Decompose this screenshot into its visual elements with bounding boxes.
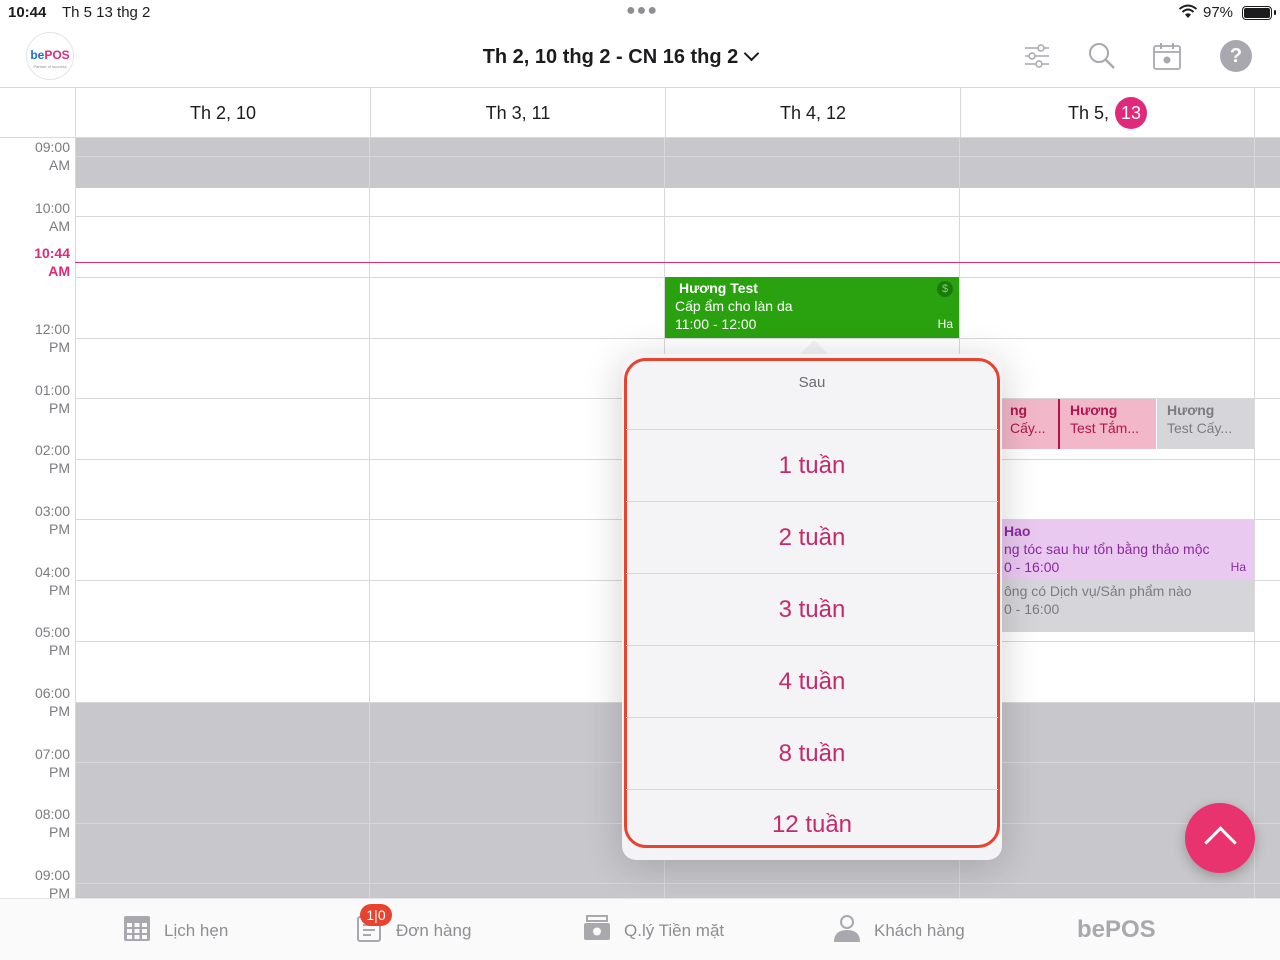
event-service: Test Tắm...: [1070, 420, 1139, 436]
appointment-event[interactable]: Hao ng tóc sau hư tổn bằng thảo mộc 0 - …: [1000, 520, 1254, 580]
event-service: Cấp ẩm cho làn da: [675, 298, 793, 314]
wifi-icon: [1178, 4, 1198, 18]
filter-sliders-icon[interactable]: [1021, 40, 1053, 72]
event-customer: Hương: [1167, 402, 1215, 418]
week-range-selector[interactable]: Th 2, 10 thg 2 - CN 16 thg 2: [440, 45, 800, 69]
day-header-row: Th 2, 10 Th 3, 11 Th 4, 12 Th 5, 13: [0, 88, 1280, 138]
event-service: ông có Dịch vụ/Sản phẩm nào: [1004, 583, 1192, 599]
time-label: 08:00 PM: [34, 806, 70, 840]
time-label: 05:00 PM: [34, 624, 70, 658]
time-label: 02:00 PM: [34, 442, 70, 476]
cash-register-icon: [584, 915, 610, 940]
day-label: Th 5,: [1067, 103, 1110, 123]
time-label: 10:00 AM: [34, 200, 70, 234]
tab-label: Đơn hàng: [396, 921, 472, 940]
calendar-grid-icon: [124, 916, 150, 941]
column-divider: [1254, 138, 1255, 898]
scroll-up-fab-button[interactable]: [1185, 803, 1255, 873]
logo-tagline: Partner of success: [33, 64, 67, 69]
time-label: 04:00 PM: [34, 564, 70, 598]
hour-line: [75, 883, 1280, 884]
appointment-event[interactable]: ông có Dịch vụ/Sản phẩm nào 0 - 16:00: [1000, 580, 1254, 632]
day-header-wed[interactable]: Th 4, 12: [665, 88, 960, 138]
event-customer: Hương Test: [679, 280, 758, 296]
today-badge: 13: [1115, 97, 1148, 129]
appointment-event[interactable]: Hương Test Cấp ẩm cho làn da 11:00 - 12:…: [665, 277, 959, 338]
app-header: bePOS Partner of success Th 2, 10 thg 2 …: [0, 26, 1280, 88]
person-icon: [834, 915, 860, 942]
paid-dollar-icon: $: [937, 281, 953, 297]
day-label: Th 4, 12: [779, 103, 847, 123]
orders-badge: 1|0: [360, 904, 392, 926]
time-label: 12:00 PM: [34, 321, 70, 355]
appointment-event[interactable]: Hương Test Cấy...: [1157, 399, 1254, 449]
tab-label: Khách hàng: [874, 921, 965, 940]
day-label: Th 3, 11: [485, 103, 551, 123]
tab-label: Lịch hẹn: [164, 921, 229, 940]
hour-line: [75, 156, 1280, 157]
hour-line: [75, 216, 1280, 217]
time-label: 07:00 PM: [34, 746, 70, 780]
tab-appointments[interactable]: Lịch hẹn: [122, 913, 242, 947]
event-staff: Ha: [937, 317, 953, 331]
event-customer: ng: [1010, 402, 1028, 418]
status-time: 10:44: [8, 4, 47, 21]
popover-arrow: [800, 340, 828, 354]
calendar-icon[interactable]: [1151, 40, 1183, 72]
hour-line: [75, 338, 1280, 339]
event-service: ng tóc sau hư tổn bằng thảo mộc: [1004, 541, 1210, 557]
tab-cash-management[interactable]: Q.lý Tiền mặt: [582, 913, 732, 947]
option-4-weeks[interactable]: 4 tuần: [626, 645, 998, 717]
option-12-weeks[interactable]: 12 tuần: [626, 789, 998, 847]
popover-title: Sau: [798, 374, 826, 391]
status-bar: 10:44 Th 5 13 thg 2 ●●● 97%: [0, 0, 1280, 26]
multitasking-dots-icon[interactable]: ●●●: [626, 2, 658, 20]
search-icon[interactable]: [1086, 40, 1118, 72]
option-2-weeks[interactable]: 2 tuần: [626, 501, 998, 573]
event-time: 0 - 16:00: [1004, 601, 1060, 617]
time-label: 09:00 PM: [34, 867, 70, 898]
event-time: 11:00 - 12:00: [675, 316, 757, 332]
day-header-mon[interactable]: Th 2, 10: [75, 88, 370, 138]
current-time-label: 10:44 AM: [34, 245, 70, 279]
app-logo[interactable]: bePOS Partner of success: [26, 32, 74, 80]
logo-text: bePOS: [30, 48, 70, 62]
battery-percent: 97%: [1203, 4, 1234, 21]
help-icon[interactable]: ?: [1220, 40, 1252, 72]
status-date: Th 5 13 thg 2: [62, 4, 151, 21]
day-label: Th 2, 10: [189, 103, 257, 123]
day-header-thu[interactable]: Th 5, 13: [960, 88, 1255, 138]
column-divider: [75, 138, 76, 898]
option-3-weeks[interactable]: 3 tuần: [626, 573, 998, 645]
repeat-after-popover: Sau 1 tuần 2 tuần 3 tuần 4 tuần 8 tuần 1…: [622, 354, 1002, 860]
tab-label: Q.lý Tiền mặt: [624, 921, 725, 940]
off-hours-block: [75, 138, 1280, 188]
option-8-weeks[interactable]: 8 tuần: [626, 717, 998, 789]
battery-icon: [1242, 6, 1276, 20]
current-time-line: [75, 262, 1280, 263]
tab-customers[interactable]: Khách hàng: [832, 913, 972, 947]
event-time: 0 - 16:00: [1004, 559, 1060, 575]
chevron-down-icon: [744, 45, 760, 62]
week-range-label: Th 2, 10 thg 2 - CN 16 thg 2: [482, 46, 739, 68]
tab-bepos-brand[interactable]: bePOS: [1077, 916, 1156, 944]
event-customer: Hương: [1070, 402, 1118, 418]
appointment-event[interactable]: ng Cấy...: [1000, 399, 1058, 449]
option-1-week[interactable]: 1 tuần: [626, 429, 998, 501]
event-service: Test Cấy...: [1167, 420, 1233, 436]
time-label: 06:00 PM: [34, 685, 70, 719]
time-label: 01:00 PM: [34, 382, 70, 416]
day-header-tue[interactable]: Th 3, 11: [370, 88, 665, 138]
column-divider: [369, 138, 370, 898]
time-label: 09:00 AM: [34, 139, 70, 173]
event-service: Cấy...: [1010, 420, 1046, 436]
event-staff: Ha: [1230, 560, 1246, 574]
appointment-event[interactable]: Hương Test Tắm...: [1058, 399, 1156, 449]
time-label: 03:00 PM: [34, 503, 70, 537]
event-customer: Hao: [1004, 523, 1031, 539]
